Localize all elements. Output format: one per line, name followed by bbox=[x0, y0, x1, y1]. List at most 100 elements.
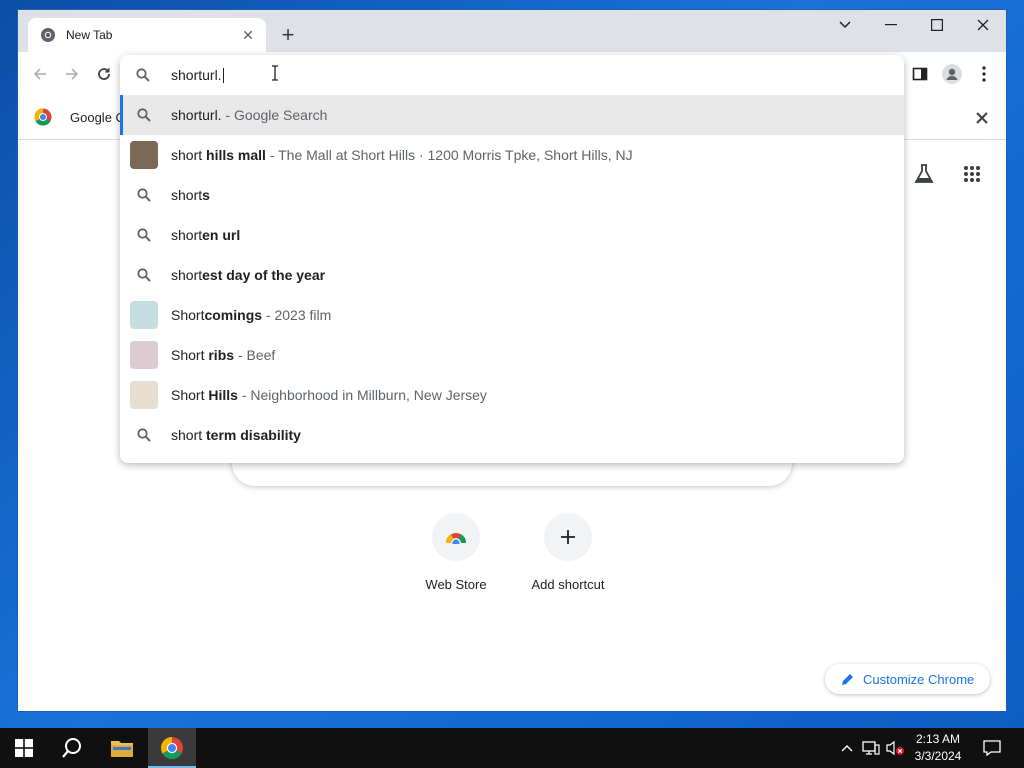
search-icon bbox=[137, 108, 151, 122]
shortcut-label: Web Store bbox=[425, 577, 487, 592]
suggestion-prefix: short bbox=[171, 227, 203, 243]
chrome-icon bbox=[161, 737, 183, 759]
profile-icon bbox=[942, 64, 962, 84]
suggestion-thumbnail-wrap bbox=[130, 141, 158, 169]
suggestion-row[interactable]: shorts bbox=[120, 175, 904, 215]
tab-new-tab[interactable]: New Tab ✕ bbox=[28, 18, 266, 52]
suggestion-text: Shortcomings - 2023 film bbox=[171, 307, 331, 323]
shortcut-add[interactable]: Add shortcut bbox=[512, 513, 624, 592]
suggestion-completion: hills mall bbox=[206, 147, 266, 163]
suggestion-description: - Beef bbox=[234, 347, 276, 363]
suggestion-search-icon-wrap bbox=[130, 421, 158, 449]
pencil-icon bbox=[842, 674, 853, 685]
search-icon bbox=[136, 68, 150, 82]
suggestion-description: - Neighborhood in Millburn, New Jersey bbox=[237, 387, 487, 403]
ibeam-cursor-icon bbox=[272, 65, 278, 81]
bookmark-label: Google C bbox=[70, 109, 125, 125]
volume-tray-button[interactable] bbox=[884, 728, 906, 768]
tab-search-button[interactable] bbox=[822, 10, 868, 40]
forward-button[interactable] bbox=[58, 60, 86, 88]
close-window-button[interactable] bbox=[960, 10, 1006, 40]
suggestion-prefix: shorturl. bbox=[171, 107, 222, 123]
network-icon bbox=[862, 741, 880, 755]
back-icon bbox=[33, 68, 46, 80]
suggestion-text: Short ribs - Beef bbox=[171, 347, 275, 363]
suggestion-row[interactable]: Short Hills - Neighborhood in Millburn, … bbox=[120, 375, 904, 415]
suggestion-prefix: Short bbox=[171, 387, 209, 403]
suggestion-row[interactable]: short term disability bbox=[120, 415, 904, 455]
search-icon bbox=[137, 428, 151, 442]
suggestion-row[interactable]: shortest day of the year bbox=[120, 255, 904, 295]
suggestion-row[interactable]: Shortcomings - 2023 film bbox=[120, 295, 904, 335]
apps-icon bbox=[964, 166, 980, 182]
google-chrome-logo-icon bbox=[34, 108, 52, 126]
forward-icon bbox=[66, 68, 79, 80]
omnibox-value: shorturl. bbox=[171, 67, 222, 83]
maximize-button[interactable] bbox=[914, 10, 960, 40]
close-icon[interactable] bbox=[974, 110, 990, 126]
suggestion-text: short term disability bbox=[171, 427, 301, 443]
reload-button[interactable] bbox=[90, 60, 118, 88]
suggestion-completion: ribs bbox=[208, 347, 235, 363]
new-tab-button[interactable]: + bbox=[276, 24, 300, 48]
network-tray-button[interactable] bbox=[860, 728, 882, 768]
shortcut-web-store[interactable]: Web Store bbox=[400, 513, 512, 592]
suggestion-prefix: short bbox=[171, 187, 203, 203]
suggestion-row[interactable]: shorturl. - Google Search bbox=[120, 95, 904, 135]
tab-strip: New Tab ✕ + bbox=[18, 10, 1006, 52]
suggestion-text: shorten url bbox=[171, 227, 240, 243]
suggestion-prefix: short bbox=[171, 147, 207, 163]
omnibox-input[interactable]: shorturl. bbox=[120, 55, 904, 95]
start-button[interactable] bbox=[0, 728, 48, 768]
omnibox-dropdown: shorturl. shorturl. - Google Search short… bbox=[120, 55, 904, 463]
omnibox-text: shorturl. bbox=[171, 67, 224, 83]
system-clock[interactable]: 2:13 AM 3/3/2024 bbox=[906, 731, 970, 765]
add-shortcut-tile bbox=[544, 513, 592, 561]
chevron-down-icon bbox=[839, 21, 851, 29]
search-icon bbox=[137, 268, 151, 282]
suggestion-thumbnail-wrap bbox=[130, 381, 158, 409]
suggestion-thumbnail bbox=[130, 381, 158, 409]
web-store-icon bbox=[445, 533, 467, 544]
labs-icon bbox=[914, 164, 934, 183]
bookmark-item[interactable]: Google C bbox=[34, 108, 125, 126]
suggestion-prefix: short bbox=[171, 427, 207, 443]
customize-label: Customize Chrome bbox=[863, 671, 975, 687]
profile-button[interactable] bbox=[938, 60, 966, 88]
chrome-menu-button[interactable] bbox=[970, 60, 998, 88]
web-store-tile bbox=[432, 513, 480, 561]
plus-icon bbox=[561, 530, 575, 544]
show-hidden-icons-button[interactable] bbox=[838, 728, 856, 768]
tab-title: New Tab bbox=[66, 28, 113, 42]
taskbar: 2:13 AM 3/3/2024 bbox=[0, 728, 1024, 768]
suggestion-row[interactable]: shorten url bbox=[120, 215, 904, 255]
suggestion-completion: comings bbox=[204, 307, 263, 323]
action-center-button[interactable] bbox=[978, 728, 1006, 768]
customize-chrome-button[interactable]: Customize Chrome bbox=[825, 664, 990, 694]
back-button[interactable] bbox=[26, 60, 54, 88]
side-panel-button[interactable] bbox=[906, 60, 934, 88]
suggestion-text: shorts bbox=[171, 187, 210, 203]
sidepanel-icon bbox=[912, 67, 928, 81]
reload-icon bbox=[98, 68, 110, 80]
search-taskbar-button[interactable] bbox=[48, 728, 96, 768]
volume-muted-icon bbox=[886, 740, 904, 756]
search-icon bbox=[137, 188, 151, 202]
tab-close-icon[interactable]: ✕ bbox=[240, 27, 256, 43]
suggestion-thumbnail bbox=[130, 141, 158, 169]
file-explorer-button[interactable] bbox=[98, 728, 146, 768]
suggestion-completion: s bbox=[202, 187, 210, 203]
suggestion-row[interactable]: Short ribs - Beef bbox=[120, 335, 904, 375]
text-caret bbox=[222, 68, 224, 83]
suggestion-row[interactable]: short hills mall - The Mall at Short Hil… bbox=[120, 135, 904, 175]
apps-button[interactable] bbox=[958, 160, 986, 188]
suggestion-prefix: Short bbox=[171, 347, 209, 363]
folder-icon bbox=[111, 741, 133, 757]
chrome-taskbar-button[interactable] bbox=[148, 728, 196, 768]
labs-button[interactable] bbox=[910, 160, 938, 188]
minimize-button[interactable] bbox=[868, 10, 914, 40]
chevron-up-icon bbox=[841, 745, 853, 752]
windows-logo-icon bbox=[15, 739, 33, 757]
menu-icon bbox=[982, 66, 986, 82]
suggestion-search-icon-wrap bbox=[130, 101, 158, 129]
